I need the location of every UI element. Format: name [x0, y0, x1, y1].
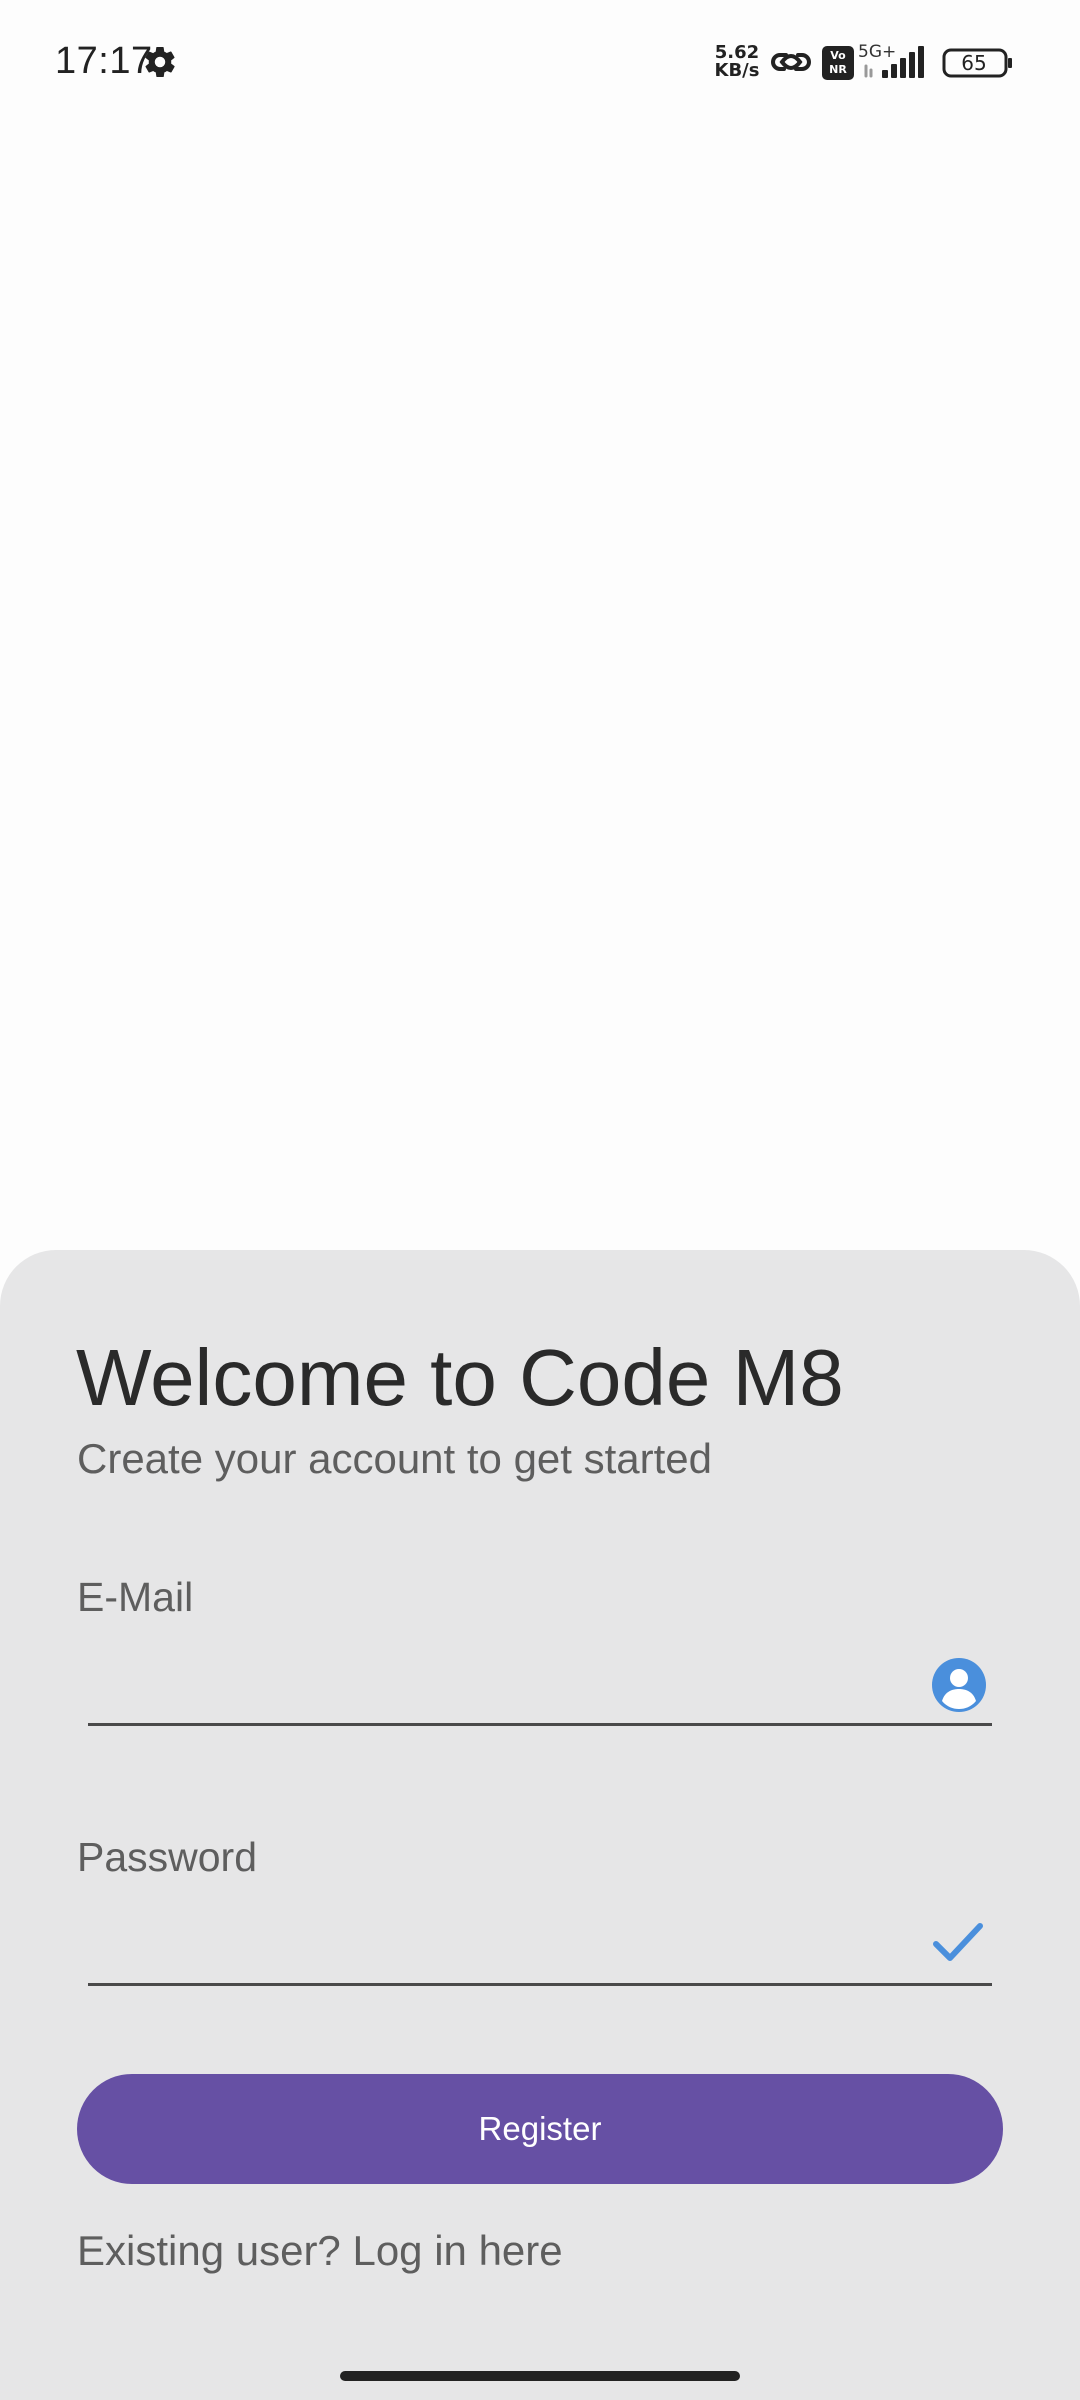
gear-icon: [145, 47, 175, 78]
page-subtitle: Create your account to get started: [77, 1435, 713, 1482]
home-indicator[interactable]: [340, 2371, 740, 2381]
link-icon: [771, 53, 811, 71]
network-speed: 5.62 KB/s: [712, 44, 762, 80]
volte-icon: Vo NR: [822, 46, 854, 80]
status-bar: 17:17 5.62 KB/s Vo NR 5G+ 65: [0, 0, 1080, 120]
network-speed-unit: KB/s: [714, 60, 760, 81]
register-button[interactable]: Register: [77, 2074, 1003, 2184]
password-label: Password: [77, 1834, 258, 1880]
login-link[interactable]: Existing user? Log in here: [77, 2226, 563, 2276]
volte-bottom: NR: [829, 63, 847, 76]
check-icon[interactable]: [932, 1920, 984, 1966]
volte-top: Vo: [830, 49, 846, 62]
status-time: 17:17: [55, 40, 153, 82]
password-field[interactable]: [88, 1916, 992, 1986]
email-label: E-Mail: [77, 1574, 194, 1620]
battery-level: 65: [961, 51, 987, 75]
email-field[interactable]: [88, 1656, 992, 1726]
signal-bars-icon: [864, 46, 924, 78]
account-circle-icon[interactable]: [931, 1657, 987, 1713]
page-title: Welcome to Code M8: [76, 1333, 844, 1422]
